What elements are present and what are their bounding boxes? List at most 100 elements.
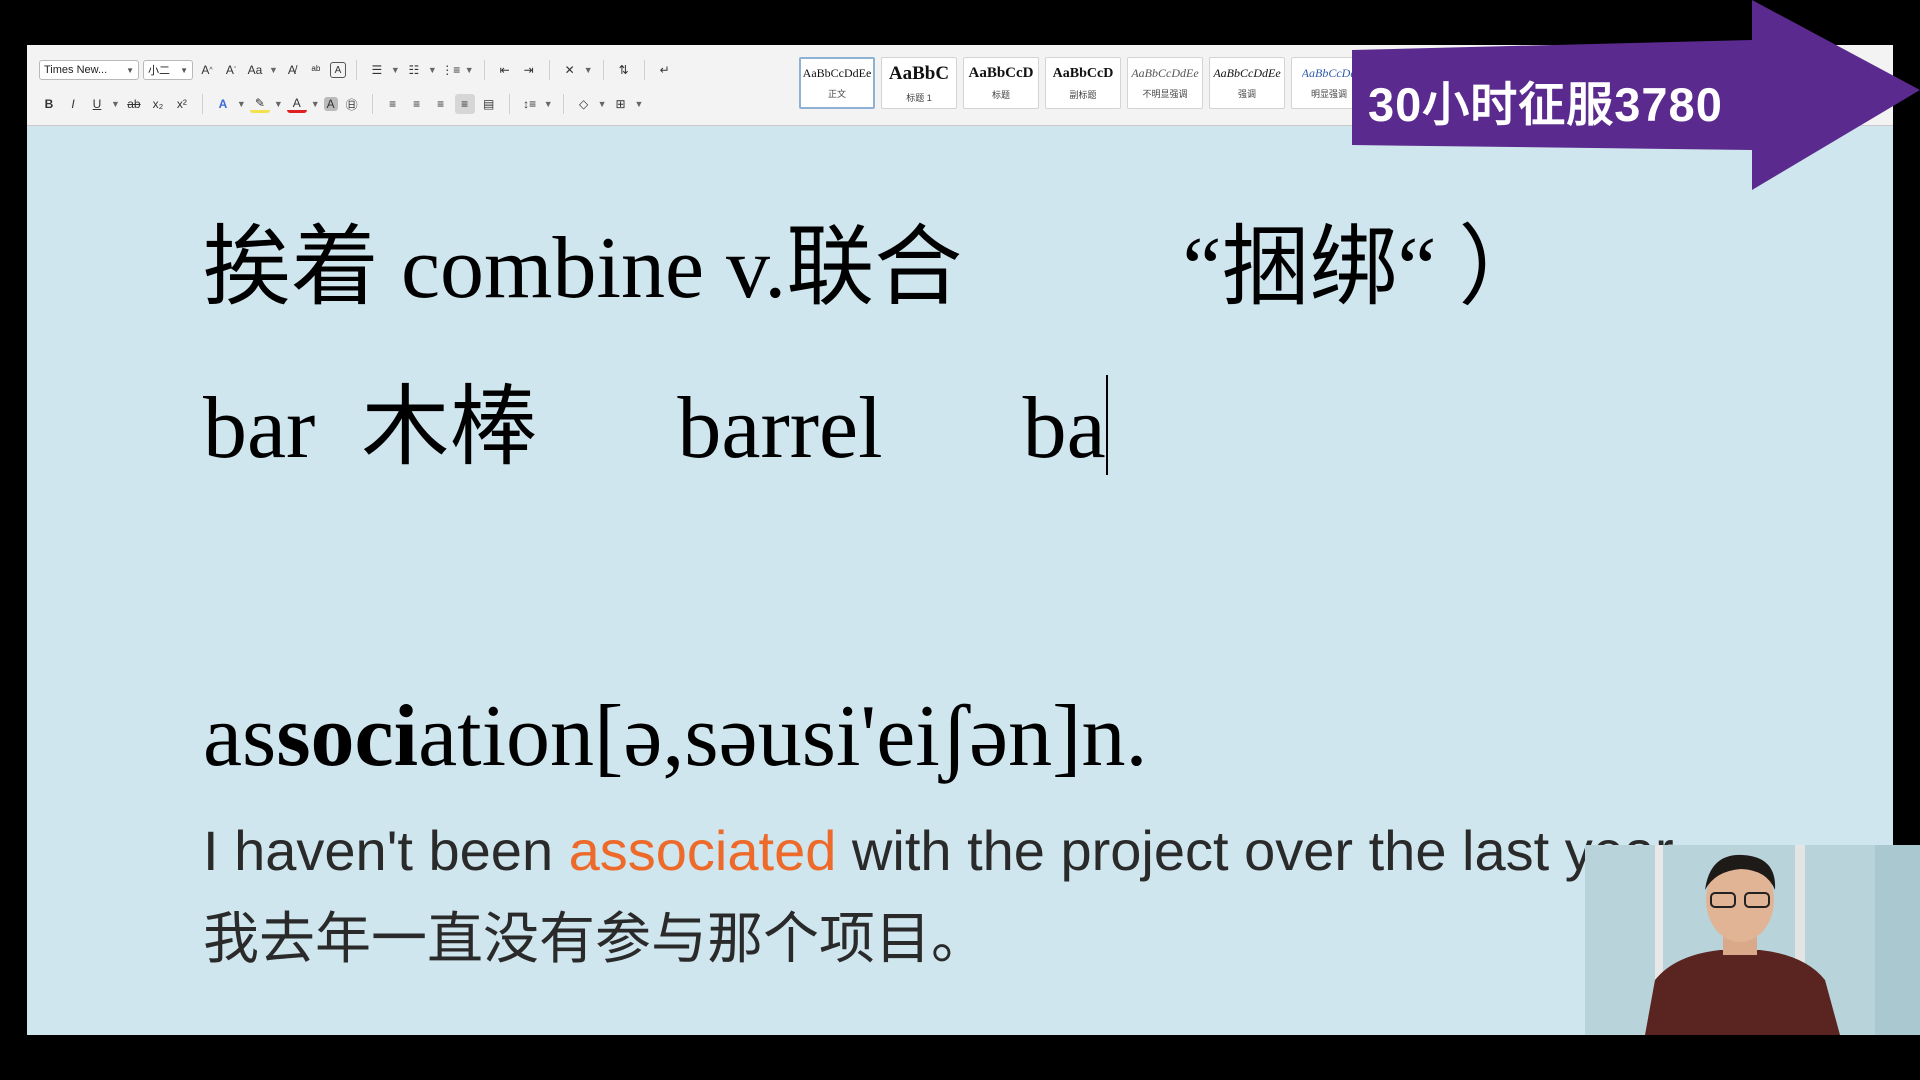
char-shading-icon[interactable]: A [323, 97, 338, 111]
style-normal[interactable]: AaBbCcDdEe 正文 [799, 57, 875, 109]
style-subtitle[interactable]: AaBbCcD 副标题 [1045, 57, 1121, 109]
separator [201, 94, 203, 114]
clear-format-icon[interactable]: A̸ [282, 60, 302, 80]
line-spacing-icon[interactable]: ↕≡ [520, 94, 540, 114]
text-effects-icon[interactable]: A [213, 94, 233, 114]
font-name-select[interactable]: Times New... ▼ [39, 60, 139, 80]
chevron-down-icon[interactable]: ▼ [428, 60, 437, 80]
chevron-down-icon[interactable]: ▼ [584, 60, 593, 80]
chevron-down-icon[interactable]: ▼ [598, 94, 607, 114]
align-center-icon[interactable]: ≡ [407, 94, 427, 114]
multilevel-list-icon[interactable]: ⋮≡ [441, 60, 461, 80]
doc-line-combine: 挨着 combine v.联合 “捆绑“ ） [203, 196, 1546, 323]
separator [371, 94, 373, 114]
shrink-font-icon[interactable]: Aˇ [221, 60, 241, 80]
sentence-part: I haven't been [203, 819, 569, 882]
phonetic-guide-icon[interactable]: ᵃᵇ [306, 60, 326, 80]
chevron-down-icon[interactable]: ▼ [237, 94, 246, 114]
text-cursor [1105, 375, 1108, 475]
style-emphasis[interactable]: AaBbCcDdEe 强调 [1209, 57, 1285, 109]
highlighted-word: associated [568, 819, 837, 882]
chevron-down-icon[interactable]: ▼ [391, 60, 400, 80]
word-mubang: 木棒 [361, 380, 538, 477]
word-bar: bar [203, 380, 316, 477]
subscript-icon[interactable]: x₂ [148, 94, 168, 114]
shading-icon[interactable]: ◇ [574, 94, 594, 114]
chevron-down-icon: ▼ [126, 65, 134, 75]
enclose-char-icon[interactable]: ㊐ [342, 94, 362, 114]
style-label: 强调 [1237, 89, 1256, 99]
style-preview: AaBbCcD [968, 65, 1034, 81]
superscript-icon[interactable]: x² [172, 94, 192, 114]
style-preview: AaBbCcD [1052, 65, 1114, 81]
highlight-icon[interactable]: ✎ [249, 96, 270, 113]
font-size-value: 小二 [148, 65, 170, 77]
char-border-icon[interactable]: A [329, 62, 346, 78]
borders-icon[interactable]: ⊞ [611, 94, 631, 114]
separator [562, 94, 564, 114]
separator [548, 60, 550, 80]
font-color-icon[interactable]: A [286, 96, 307, 113]
style-title[interactable]: AaBbCcD 标题 [963, 57, 1039, 109]
justify-icon[interactable]: ≡ [454, 94, 475, 114]
distribute-icon[interactable]: ▤ [479, 94, 499, 114]
sentence-part: with the project over the last year. [836, 819, 1687, 882]
chevron-down-icon[interactable]: ▼ [269, 60, 278, 80]
doc-line-association: association[ə,səusi'eiʃən]n. [203, 686, 1147, 787]
word-barrel: barrel [677, 380, 883, 477]
style-subtle-emphasis[interactable]: AaBbCcDdEe 不明显强调 [1127, 57, 1203, 109]
bold-icon[interactable]: B [39, 94, 59, 114]
chevron-down-icon[interactable]: ▼ [635, 94, 644, 114]
part-of-speech: n. [1081, 688, 1148, 785]
doc-line-bar: bar 木棒 barrel ba [203, 356, 1108, 483]
separator [602, 60, 604, 80]
phonetic-text: [ə,səusi'eiʃən] [594, 688, 1082, 785]
bind-note-text: “捆绑“ ） [1182, 220, 1547, 317]
example-sentence-zh: 我去年一直没有参与那个项目。 [203, 907, 987, 972]
chevron-down-icon: ▼ [180, 65, 188, 75]
numbered-list-icon[interactable]: ☷ [404, 60, 424, 80]
toolbar-row-1: Times New... ▼ 小二 ▼ A ^ Aˇ Aa ▼ A̸ ᵃᵇ A ☰ ▼… [39, 57, 675, 83]
sort-icon[interactable]: ⇅ [614, 60, 634, 80]
word-ba: ba [1022, 380, 1106, 477]
style-preview: AaBbCcDdEe [1131, 66, 1199, 80]
combine-text: 挨着 combine v.联合 [203, 220, 963, 317]
style-preview: AaBbCcDd [1301, 66, 1357, 80]
chevron-down-icon[interactable]: ▼ [311, 94, 320, 114]
banner-text: 30小时征服3780 [1368, 78, 1723, 131]
style-preview: AaBbCcDdEe [802, 66, 872, 80]
chevron-down-icon[interactable]: ▼ [465, 60, 474, 80]
text-direction-icon[interactable]: ✕ [560, 60, 580, 80]
word-part: ation [418, 688, 595, 785]
style-heading-1[interactable]: AaBbC 标题 1 [881, 57, 957, 109]
grow-font-icon[interactable]: A ^ [197, 60, 217, 80]
chevron-down-icon[interactable]: ▼ [544, 94, 553, 114]
separator [483, 60, 485, 80]
strikethrough-icon[interactable]: ab [124, 94, 144, 114]
change-case-icon[interactable]: Aa [245, 60, 265, 80]
align-left-icon[interactable]: ≡ [383, 94, 403, 114]
align-right-icon[interactable]: ≡ [431, 94, 451, 114]
style-label: 副标题 [1069, 89, 1097, 100]
italic-icon[interactable]: I [63, 94, 83, 114]
font-name-value: Times New... [44, 64, 108, 76]
style-label: 正文 [827, 89, 846, 99]
bullet-list-icon[interactable]: ☰ [367, 60, 387, 80]
style-label: 不明显强调 [1142, 89, 1188, 99]
styles-gallery: AaBbCcDdEe 正文 AaBbC 标题 1 AaBbCcD 标题 AaBbCcD… [799, 57, 1367, 109]
separator [643, 60, 645, 80]
show-marks-icon[interactable]: ↵ [655, 60, 675, 80]
underline-icon[interactable]: U [87, 94, 107, 114]
webcam-overlay [1585, 845, 1920, 1035]
presenter-video [1585, 845, 1920, 1035]
chevron-down-icon[interactable]: ▼ [111, 94, 120, 114]
font-size-select[interactable]: 小二 ▼ [143, 60, 193, 80]
example-sentence-en: I haven't been associated with the proje… [203, 818, 1686, 883]
style-preview: AaBbC [888, 62, 950, 84]
increase-indent-icon[interactable]: ⇥ [519, 60, 539, 80]
decrease-indent-icon[interactable]: ⇤ [495, 60, 515, 80]
chevron-down-icon[interactable]: ▼ [274, 94, 283, 114]
style-label: 标题 [991, 90, 1010, 100]
style-label: 标题 1 [906, 92, 932, 103]
separator [508, 94, 510, 114]
